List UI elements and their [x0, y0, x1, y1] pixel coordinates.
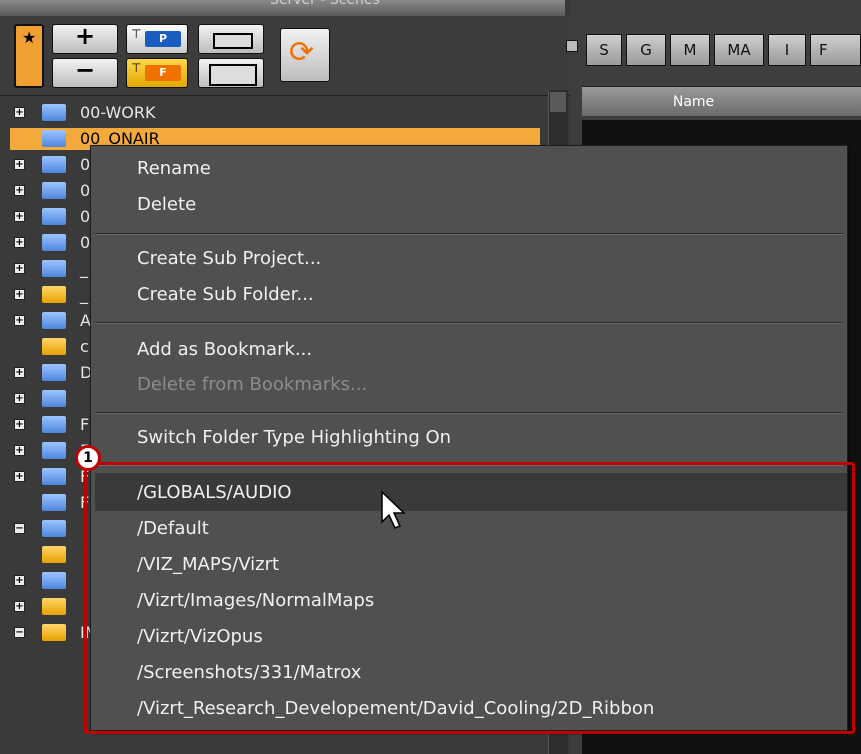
expand-icon[interactable]: +: [14, 367, 25, 378]
folder-icon: [42, 598, 66, 615]
splitter-handle[interactable]: [566, 40, 578, 52]
tree-row-label: F: [80, 415, 90, 434]
tree-row-label: 0: [80, 233, 91, 252]
expand-icon[interactable]: +: [14, 237, 25, 248]
folder-icon: [42, 546, 66, 563]
folder-icon: [42, 468, 66, 485]
folder-icon: [42, 182, 66, 199]
expand-icon[interactable]: +: [14, 419, 25, 430]
collapse-icon[interactable]: −: [14, 627, 25, 638]
view-mode-button[interactable]: [198, 24, 264, 54]
refresh-button[interactable]: ⟳: [280, 28, 330, 82]
expand-icon[interactable]: +: [14, 107, 25, 118]
new-project-button[interactable]: ⊤ P: [126, 24, 188, 54]
folder-icon: [42, 442, 66, 459]
folder-icon: [42, 130, 66, 147]
tree-row-label: 00-WORK: [80, 103, 156, 122]
bookmark-button[interactable]: ★: [14, 24, 44, 88]
minus-icon: −: [74, 56, 96, 84]
star-icon: ★: [22, 28, 37, 47]
folder-icon: [42, 208, 66, 225]
callout-box: [84, 462, 855, 734]
layout-button[interactable]: [198, 58, 264, 88]
scroll-up-arrow-icon[interactable]: [550, 92, 566, 112]
tree-row-label: 0: [80, 155, 91, 174]
tab-g[interactable]: G: [626, 34, 666, 66]
expand-icon[interactable]: +: [14, 263, 25, 274]
folder-icon: [42, 338, 66, 355]
folder-icon: [42, 572, 66, 589]
menu-item-rename[interactable]: Rename: [137, 158, 211, 179]
remove-button[interactable]: −: [52, 56, 118, 88]
folder-icon: [42, 104, 66, 121]
menu-separator: [95, 322, 843, 324]
menu-item-add-bookmark[interactable]: Add as Bookmark...: [137, 339, 312, 360]
tab-i[interactable]: I: [768, 34, 806, 66]
expand-icon[interactable]: +: [14, 445, 25, 456]
mouse-pointer-icon: [381, 490, 406, 529]
menu-separator: [95, 233, 843, 235]
tree-row-label: c: [80, 337, 89, 356]
folder-icon: [42, 260, 66, 277]
tree-row-label: 0: [80, 207, 91, 226]
sync-icon: ⟳: [289, 35, 315, 70]
menu-item-create-sub-folder[interactable]: Create Sub Folder...: [137, 284, 314, 305]
tab-f[interactable]: F: [810, 34, 861, 66]
tab-m[interactable]: M: [670, 34, 710, 66]
expand-icon[interactable]: +: [14, 471, 25, 482]
tree-row-label: _: [80, 259, 88, 278]
plus-icon: +: [74, 22, 96, 50]
tree-row-label: 0: [80, 181, 91, 200]
collapse-icon[interactable]: −: [14, 523, 25, 534]
menu-item-folder-highlighting[interactable]: Switch Folder Type Highlighting On: [137, 427, 451, 448]
expand-icon[interactable]: +: [14, 575, 25, 586]
add-small-icon: ⊤: [131, 61, 142, 75]
folder-icon: [42, 390, 66, 407]
folder-icon: [42, 234, 66, 251]
folder-icon: [42, 312, 66, 329]
project-icon: P: [145, 31, 181, 47]
expand-icon[interactable]: +: [14, 185, 25, 196]
folder-icon: [42, 416, 66, 433]
expand-icon[interactable]: +: [14, 211, 25, 222]
folder-icon: [42, 156, 66, 173]
layout-icon: [209, 64, 257, 86]
expand-icon[interactable]: +: [14, 601, 25, 612]
tree-row-label: _: [80, 285, 88, 304]
menu-item-create-sub-project[interactable]: Create Sub Project...: [137, 248, 321, 269]
folder-icon: F: [145, 65, 181, 81]
expand-icon[interactable]: +: [14, 289, 25, 300]
folder-icon: [42, 364, 66, 381]
menu-item-delete-bookmarks: Delete from Bookmarks...: [137, 374, 368, 395]
new-folder-button[interactable]: ⊤ F: [126, 58, 188, 88]
folder-icon: [42, 624, 66, 641]
tab-s[interactable]: S: [586, 34, 622, 66]
menu-item-delete[interactable]: Delete: [137, 194, 196, 215]
expand-icon[interactable]: +: [14, 393, 25, 404]
add-button[interactable]: +: [52, 22, 118, 54]
window-title: Server - Scenes: [270, 0, 380, 8]
panel-icon: [213, 33, 253, 49]
toolbar: ★ + − ⊤ P ⊤ F ⟳: [0, 16, 570, 96]
menu-separator: [95, 412, 843, 414]
folder-icon: [42, 520, 66, 537]
folder-icon: [42, 494, 66, 511]
expand-icon[interactable]: +: [14, 315, 25, 326]
name-column-header[interactable]: Name: [582, 86, 861, 116]
tab-ma[interactable]: MA: [714, 34, 764, 66]
expand-icon[interactable]: +: [14, 159, 25, 170]
callout-number-badge: 1: [75, 445, 101, 471]
add-small-icon: ⊤: [131, 27, 142, 41]
folder-icon: [42, 286, 66, 303]
